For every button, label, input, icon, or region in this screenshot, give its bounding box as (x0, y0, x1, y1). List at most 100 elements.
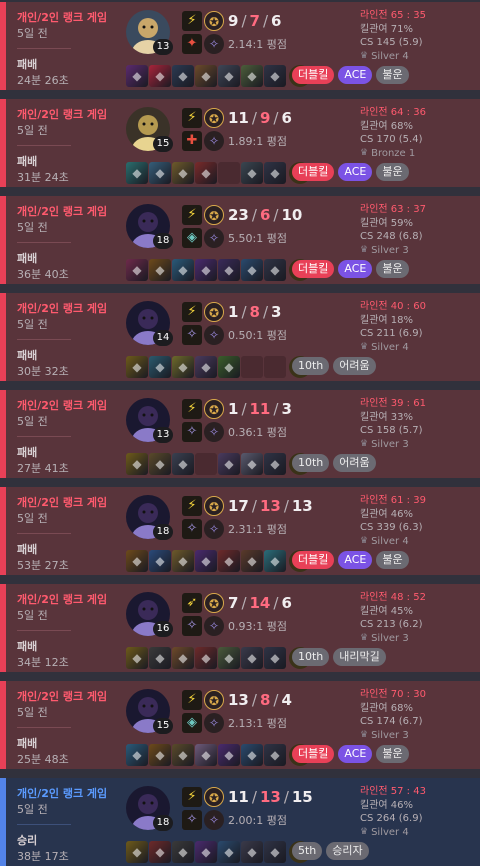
item-slot-icon[interactable]: ◆ (195, 65, 217, 87)
empty-item-slot[interactable] (264, 356, 286, 378)
match-card[interactable]: 개인/2인 랭크 게임 5일 전 패배 34분 12초 16 ➶ ✧ ✪ ✧ 7… (0, 584, 480, 672)
cleanse-icon[interactable]: ✧ (182, 810, 202, 830)
flash-icon[interactable]: ⚡ (182, 496, 202, 516)
secondary-rune-icon[interactable]: ✧ (204, 616, 224, 636)
item-slot-icon[interactable]: ◆ (195, 647, 217, 669)
item-slot-icon[interactable]: ◆ (172, 550, 194, 572)
keystone-rune-icon[interactable]: ✪ (204, 11, 224, 31)
keystone-rune-icon[interactable]: ✪ (204, 302, 224, 322)
flash-icon[interactable]: ⚡ (182, 108, 202, 128)
item-slot-icon[interactable]: ◆ (172, 65, 194, 87)
keystone-rune-icon[interactable]: ✪ (204, 787, 224, 807)
empty-item-slot[interactable] (195, 453, 217, 475)
item-slot-icon[interactable]: ◆ (218, 259, 240, 281)
flash-icon[interactable]: ⚡ (182, 690, 202, 710)
item-slot-icon[interactable]: ◆ (172, 453, 194, 475)
secondary-rune-icon[interactable]: ✧ (204, 325, 224, 345)
item-slot-icon[interactable]: ◆ (241, 453, 263, 475)
ignite-icon[interactable]: ✦ (182, 34, 202, 54)
item-slot-icon[interactable]: ◆ (172, 356, 194, 378)
item-slot-icon[interactable]: ◆ (149, 550, 171, 572)
secondary-rune-icon[interactable]: ✧ (204, 228, 224, 248)
item-slot-icon[interactable]: ◆ (264, 65, 286, 87)
match-card[interactable]: 개인/2인 랭크 게임 5일 전 승리 38분 17초 18 ⚡ ✧ ✪ ✧ 1… (0, 778, 480, 866)
secondary-rune-icon[interactable]: ✧ (204, 422, 224, 442)
item-slot-icon[interactable]: ◆ (126, 453, 148, 475)
item-slot-icon[interactable]: ◆ (172, 647, 194, 669)
item-slot-icon[interactable]: ◆ (241, 65, 263, 87)
item-slot-icon[interactable]: ◆ (126, 162, 148, 184)
item-slot-icon[interactable]: ◆ (218, 65, 240, 87)
secondary-rune-icon[interactable]: ✧ (204, 713, 224, 733)
flash-icon[interactable]: ⚡ (182, 302, 202, 322)
item-slot-icon[interactable]: ◆ (195, 356, 217, 378)
item-slot-icon[interactable]: ◆ (149, 259, 171, 281)
item-slot-icon[interactable]: ◆ (172, 841, 194, 863)
secondary-rune-icon[interactable]: ✧ (204, 810, 224, 830)
item-slot-icon[interactable]: ◆ (264, 453, 286, 475)
item-slot-icon[interactable]: ◆ (126, 744, 148, 766)
keystone-rune-icon[interactable]: ✪ (204, 399, 224, 419)
match-card[interactable]: 개인/2인 랭크 게임 5일 전 패배 24분 26초 13 ⚡ ✦ ✪ ✧ 9… (0, 2, 480, 90)
cleanse-icon[interactable]: ✧ (182, 519, 202, 539)
keystone-rune-icon[interactable]: ✪ (204, 205, 224, 225)
item-slot-icon[interactable]: ◆ (264, 841, 286, 863)
item-slot-icon[interactable]: ◆ (218, 356, 240, 378)
match-card[interactable]: 개인/2인 랭크 게임 5일 전 패배 25분 48초 15 ⚡ ◈ ✪ ✧ 1… (0, 681, 480, 769)
keystone-rune-icon[interactable]: ✪ (204, 690, 224, 710)
item-slot-icon[interactable]: ◆ (241, 841, 263, 863)
cleanse-icon[interactable]: ✧ (182, 616, 202, 636)
cleanse-icon[interactable]: ✧ (182, 422, 202, 442)
item-slot-icon[interactable]: ◆ (126, 550, 148, 572)
flash-icon[interactable]: ⚡ (182, 399, 202, 419)
item-slot-icon[interactable]: ◆ (241, 259, 263, 281)
item-slot-icon[interactable]: ◆ (172, 259, 194, 281)
item-slot-icon[interactable]: ◆ (218, 453, 240, 475)
item-slot-icon[interactable]: ◆ (149, 356, 171, 378)
item-slot-icon[interactable]: ◆ (126, 259, 148, 281)
item-slot-icon[interactable]: ◆ (264, 162, 286, 184)
item-slot-icon[interactable]: ◆ (264, 259, 286, 281)
item-slot-icon[interactable]: ◆ (218, 550, 240, 572)
item-slot-icon[interactable]: ◆ (149, 65, 171, 87)
keystone-rune-icon[interactable]: ✪ (204, 108, 224, 128)
match-card[interactable]: 개인/2인 랭크 게임 5일 전 패배 36분 40초 18 ⚡ ◈ ✪ ✧ 2… (0, 196, 480, 284)
item-slot-icon[interactable]: ◆ (149, 841, 171, 863)
item-slot-icon[interactable]: ◆ (126, 841, 148, 863)
item-slot-icon[interactable]: ◆ (149, 744, 171, 766)
item-slot-icon[interactable]: ◆ (264, 647, 286, 669)
empty-item-slot[interactable] (218, 162, 240, 184)
barrier-icon[interactable]: ◈ (182, 713, 202, 733)
secondary-rune-icon[interactable]: ✧ (204, 131, 224, 151)
keystone-rune-icon[interactable]: ✪ (204, 593, 224, 613)
item-slot-icon[interactable]: ◆ (264, 744, 286, 766)
item-slot-icon[interactable]: ◆ (172, 744, 194, 766)
item-slot-icon[interactable]: ◆ (149, 647, 171, 669)
item-slot-icon[interactable]: ◆ (195, 550, 217, 572)
item-slot-icon[interactable]: ◆ (264, 550, 286, 572)
item-slot-icon[interactable]: ◆ (195, 841, 217, 863)
item-slot-icon[interactable]: ◆ (149, 453, 171, 475)
barrier-icon[interactable]: ◈ (182, 228, 202, 248)
item-slot-icon[interactable]: ◆ (218, 647, 240, 669)
cleanse-icon[interactable]: ✧ (182, 325, 202, 345)
flash-icon[interactable]: ⚡ (182, 205, 202, 225)
item-slot-icon[interactable]: ◆ (218, 744, 240, 766)
item-slot-icon[interactable]: ◆ (195, 259, 217, 281)
ghost-icon[interactable]: ➶ (182, 593, 202, 613)
item-slot-icon[interactable]: ◆ (241, 550, 263, 572)
secondary-rune-icon[interactable]: ✧ (204, 34, 224, 54)
match-card[interactable]: 개인/2인 랭크 게임 5일 전 패배 27분 41초 13 ⚡ ✧ ✪ ✧ 1… (0, 390, 480, 478)
item-slot-icon[interactable]: ◆ (218, 841, 240, 863)
item-slot-icon[interactable]: ◆ (126, 65, 148, 87)
item-slot-icon[interactable]: ◆ (126, 356, 148, 378)
heal-icon[interactable]: ✚ (182, 131, 202, 151)
flash-icon[interactable]: ⚡ (182, 11, 202, 31)
secondary-rune-icon[interactable]: ✧ (204, 519, 224, 539)
item-slot-icon[interactable]: ◆ (241, 647, 263, 669)
item-slot-icon[interactable]: ◆ (172, 162, 194, 184)
empty-item-slot[interactable] (241, 356, 263, 378)
match-card[interactable]: 개인/2인 랭크 게임 5일 전 패배 53분 27초 18 ⚡ ✧ ✪ ✧ 1… (0, 487, 480, 575)
item-slot-icon[interactable]: ◆ (241, 744, 263, 766)
match-card[interactable]: 개인/2인 랭크 게임 5일 전 패배 31분 24초 15 ⚡ ✚ ✪ ✧ 1… (0, 99, 480, 187)
